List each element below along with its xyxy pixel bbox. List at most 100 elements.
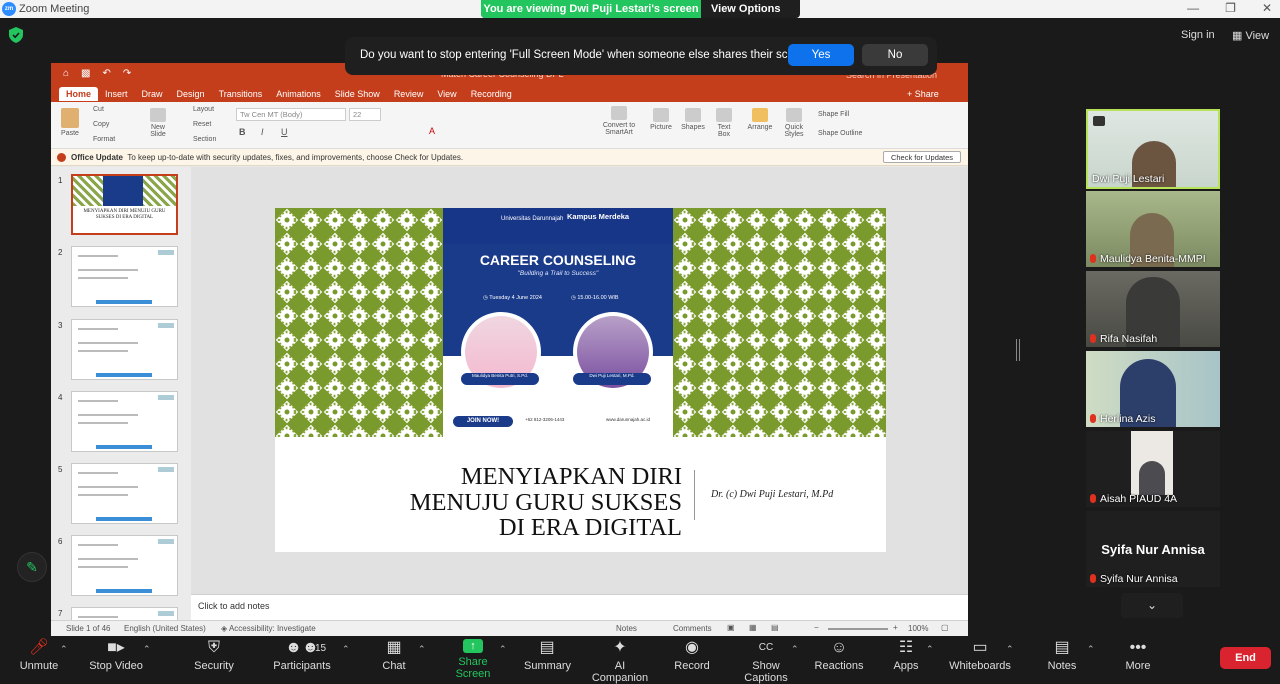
panel-resize-handle[interactable] xyxy=(1016,339,1020,361)
notes-pane[interactable]: Click to add notes xyxy=(191,594,968,620)
participant-tile[interactable]: Dwi Puji Lestari xyxy=(1086,109,1220,189)
participant-tile[interactable]: Syifa Nur Annisa Syifa Nur Annisa xyxy=(1086,511,1220,587)
notes-toggle[interactable]: Notes xyxy=(616,624,637,633)
unmute-button[interactable]: 🎤︎ Unmute xyxy=(18,639,60,672)
record-button[interactable]: ◉ Record xyxy=(674,639,710,672)
video-options-caret[interactable]: ⌃ xyxy=(143,644,151,655)
save-icon[interactable]: ▩ xyxy=(81,68,90,79)
text-box-button[interactable]: Text Box xyxy=(713,108,735,138)
format-painter-button[interactable]: Format xyxy=(93,136,115,143)
reading-view-icon[interactable]: ▤ xyxy=(771,623,779,632)
ribbon-tab-animations[interactable]: Animations xyxy=(269,87,328,101)
paste-button[interactable]: Paste xyxy=(61,108,79,137)
quick-styles-button[interactable]: Quick Styles xyxy=(781,108,807,138)
comments-toggle[interactable]: Comments xyxy=(673,624,712,633)
convert-smartart-button[interactable]: Convert to SmartArt xyxy=(599,106,639,136)
zoom-level[interactable]: 100% xyxy=(908,624,928,633)
more-button[interactable]: ••• More xyxy=(1120,639,1156,672)
audio-options-caret[interactable]: ⌃ xyxy=(60,644,68,655)
chat-button[interactable]: ▦ Chat xyxy=(378,639,410,672)
share-options-caret[interactable]: ⌃ xyxy=(499,644,507,655)
ribbon-tab-view[interactable]: View xyxy=(430,87,463,101)
bold-button[interactable]: B xyxy=(239,127,246,137)
new-slide-button[interactable]: New Slide xyxy=(145,108,171,138)
zoom-slider[interactable] xyxy=(828,628,888,630)
zoom-out-icon[interactable]: − xyxy=(814,623,819,632)
ribbon-tab-review[interactable]: Review xyxy=(387,87,431,101)
layout-button[interactable]: Layout xyxy=(193,106,214,113)
section-button[interactable]: Section xyxy=(193,136,216,143)
italic-button[interactable]: I xyxy=(261,127,264,137)
ribbon-tab-insert[interactable]: Insert xyxy=(98,87,135,101)
underline-button[interactable]: U xyxy=(281,127,288,137)
font-name-select[interactable]: Tw Cen MT (Body) xyxy=(236,108,346,121)
security-button[interactable]: ⛨ Security xyxy=(192,639,236,672)
chat-options-caret[interactable]: ⌃ xyxy=(418,644,426,655)
participant-tile[interactable]: Rifa Nasifah xyxy=(1086,271,1220,347)
whiteboards-options-caret[interactable]: ⌃ xyxy=(1006,644,1014,655)
current-slide[interactable]: Universitas Darunnajah Kampus Merdeka CA… xyxy=(275,208,886,552)
shapes-button[interactable]: Shapes xyxy=(679,108,707,131)
slide-thumbnail[interactable] xyxy=(71,463,178,524)
reset-button[interactable]: Reset xyxy=(193,121,211,128)
cut-button[interactable]: Cut xyxy=(93,106,104,113)
copy-button[interactable]: Copy xyxy=(93,121,109,128)
participants-options-caret[interactable]: ⌃ xyxy=(342,644,350,655)
annotate-pen-button[interactable]: ✎ xyxy=(17,552,47,582)
slide-thumbnail[interactable] xyxy=(71,246,178,307)
shape-fill-button[interactable]: Shape Fill xyxy=(818,111,849,118)
apps-options-caret[interactable]: ⌃ xyxy=(926,644,934,655)
muted-mic-icon xyxy=(1090,414,1096,423)
participant-tile[interactable]: Aisah PIAUD 4A xyxy=(1086,431,1220,507)
ribbon-tab-home[interactable]: Home xyxy=(59,87,99,101)
view-button[interactable]: ▦ View xyxy=(1232,29,1269,42)
notes-button[interactable]: ▤ Notes xyxy=(1044,639,1080,672)
shape-outline-button[interactable]: Shape Outline xyxy=(818,130,862,137)
font-size-select[interactable]: 22 xyxy=(349,108,381,121)
ribbon-tab-draw[interactable]: Draw xyxy=(135,87,170,101)
slide-sorter-icon[interactable]: ▦ xyxy=(749,623,757,632)
check-for-updates-button[interactable]: Check for Updates xyxy=(883,151,961,163)
fit-slide-icon[interactable]: ▢ xyxy=(941,623,949,632)
ribbon-tab-slide-show[interactable]: Slide Show xyxy=(328,87,387,101)
slide-thumbnail[interactable] xyxy=(71,535,178,596)
summary-button[interactable]: ▤ Summary xyxy=(524,639,571,672)
slide-thumbnail[interactable]: MENYIAPKAN DIRI MENUJU GURU SUKSES DI ER… xyxy=(71,174,178,235)
share-screen-button[interactable]: ↑ Share Screen xyxy=(441,639,505,680)
slide-thumbnail[interactable] xyxy=(71,319,178,380)
stop-video-button[interactable]: ■▸ Stop Video xyxy=(88,639,144,672)
whiteboards-button[interactable]: ▭ Whiteboards xyxy=(948,639,1012,672)
yes-button[interactable]: Yes xyxy=(788,44,854,66)
scroll-participants-down-button[interactable]: ⌄ xyxy=(1121,593,1183,618)
participant-tile[interactable]: Herlina Azis xyxy=(1086,351,1220,427)
participant-tile[interactable]: Maulidya Benita-MMPI xyxy=(1086,191,1220,267)
ribbon-tab-design[interactable]: Design xyxy=(170,87,212,101)
apps-button[interactable]: ☷ Apps xyxy=(890,639,922,672)
captions-options-caret[interactable]: ⌃ xyxy=(791,644,799,655)
sign-in-link[interactable]: Sign in xyxy=(1181,29,1215,41)
slide-thumbnail[interactable] xyxy=(71,607,178,620)
picture-button[interactable]: Picture xyxy=(649,108,673,131)
language-status[interactable]: English (United States) xyxy=(124,624,206,633)
undo-icon[interactable]: ↶ xyxy=(103,68,111,79)
restore-icon[interactable]: ❐ xyxy=(1225,1,1236,15)
notes-options-caret[interactable]: ⌃ xyxy=(1087,644,1095,655)
ribbon-tab-recording[interactable]: Recording xyxy=(464,87,519,101)
font-color-button[interactable]: A xyxy=(429,126,435,136)
accessibility-status[interactable]: ◈ Accessibility: Investigate xyxy=(221,624,316,633)
close-icon[interactable]: ✕ xyxy=(1262,1,1272,15)
ai-companion-button[interactable]: ✦ AI Companion xyxy=(586,639,654,684)
slide-thumbnail[interactable] xyxy=(71,391,178,452)
end-meeting-button[interactable]: End xyxy=(1220,647,1271,669)
zoom-in-icon[interactable]: + xyxy=(893,623,898,632)
normal-view-icon[interactable]: ▣ xyxy=(727,623,735,632)
arrange-button[interactable]: Arrange xyxy=(747,108,773,131)
redo-icon[interactable]: ↷ xyxy=(123,68,131,79)
ribbon-tab-transitions[interactable]: Transitions xyxy=(212,87,270,101)
ppt-share-button[interactable]: + Share xyxy=(907,89,939,99)
view-options-button[interactable]: View Options ⌄ xyxy=(701,0,800,18)
minimize-icon[interactable]: — xyxy=(1187,1,1199,15)
reactions-button[interactable]: ☺ Reactions xyxy=(814,639,864,672)
home-icon[interactable]: ⌂ xyxy=(63,68,69,79)
no-button[interactable]: No xyxy=(862,44,928,66)
